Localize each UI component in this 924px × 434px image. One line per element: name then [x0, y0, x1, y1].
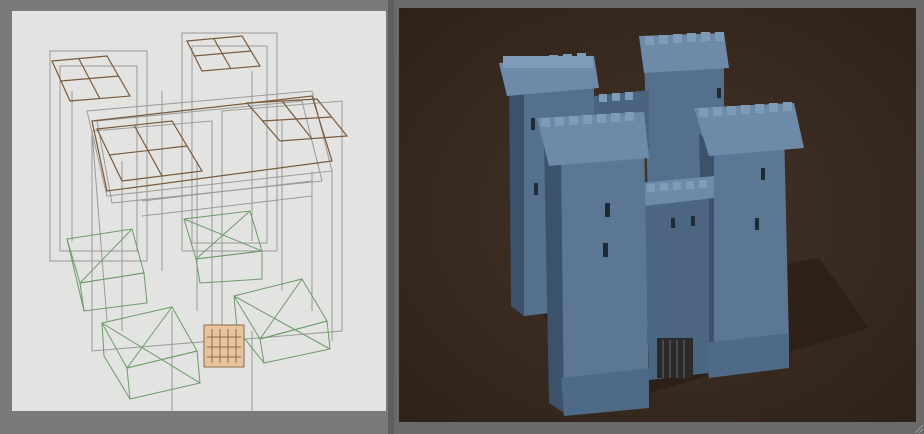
wireframe-viewport[interactable] [0, 0, 388, 434]
render-canvas[interactable] [399, 8, 916, 422]
wire-gate [203, 324, 245, 368]
wireframe-canvas[interactable] [12, 11, 386, 411]
render-viewport[interactable] [394, 0, 924, 434]
center-wall [639, 176, 714, 380]
resize-grip-icon[interactable] [913, 423, 923, 433]
castle-render-image [399, 8, 916, 422]
gate [657, 338, 693, 378]
castle-wireframe-image [12, 11, 386, 411]
wire-background [12, 11, 386, 411]
tower-front-left [537, 112, 649, 416]
